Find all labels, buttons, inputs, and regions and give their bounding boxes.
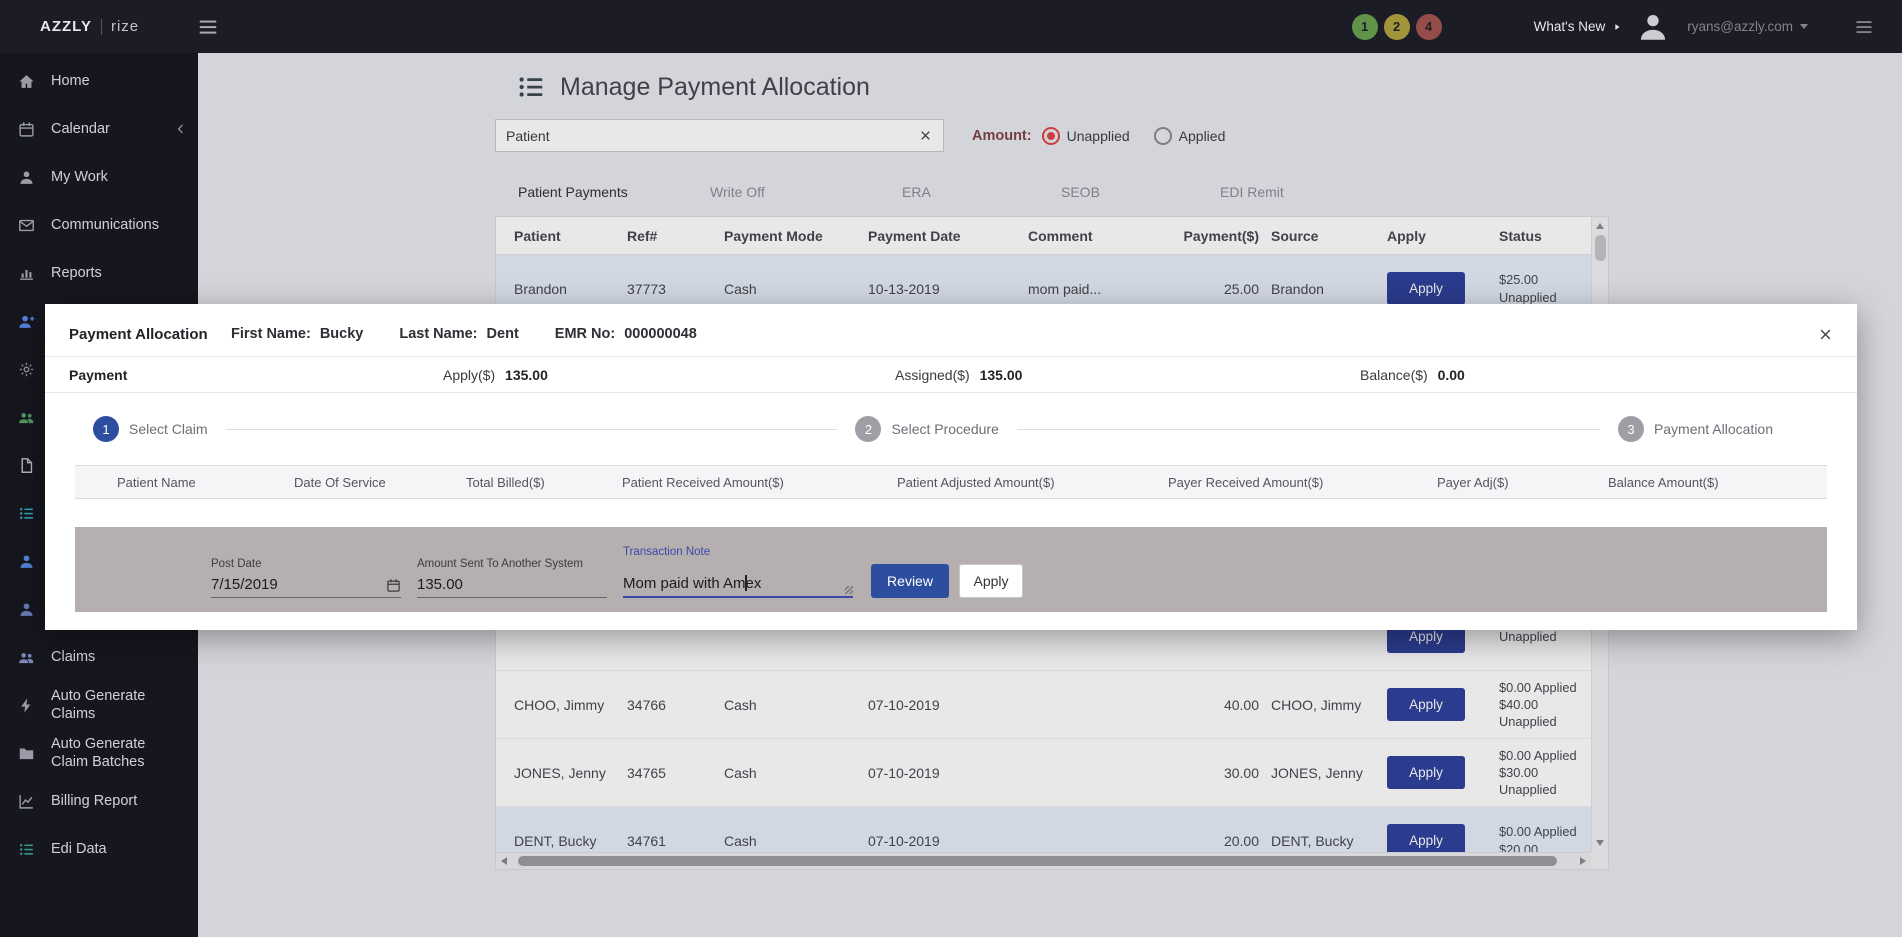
- amount-sent-field: Amount Sent To Another System 135.00: [417, 540, 607, 598]
- step-label: Select Claim: [129, 421, 208, 437]
- patient-info-value: Bucky: [320, 326, 364, 342]
- summary-item-value: 0.00: [1438, 367, 1465, 383]
- col-date-of-service: Date Of Service: [282, 475, 454, 490]
- step-connector: [226, 429, 838, 430]
- col-patient-name: Patient Name: [105, 475, 282, 490]
- patient-info-label: EMR No:: [555, 326, 615, 342]
- transaction-note-value: Mom paid with Amex: [623, 575, 761, 592]
- payment-section-label: Payment: [69, 367, 443, 383]
- patient-info-value: Dent: [487, 326, 519, 342]
- summary-item-value: 135.00: [505, 367, 548, 383]
- step-number-badge: 2: [855, 416, 881, 442]
- amount-sent-label: Amount Sent To Another System: [417, 558, 607, 570]
- summary-item: Balance($) 0.00: [1360, 367, 1465, 383]
- claims-table-header: Patient Name Date Of Service Total Bille…: [75, 465, 1827, 499]
- step-label: Select Procedure: [891, 421, 998, 437]
- claims-table-body: [45, 499, 1857, 527]
- col-balance-amount: Balance Amount($): [1596, 475, 1827, 490]
- summary-item-value: 135.00: [980, 367, 1023, 383]
- summary-item-label: Balance($): [1360, 367, 1428, 383]
- stepper-step[interactable]: 3 Payment Allocation: [1618, 416, 1809, 442]
- transaction-note-label: Transaction Note: [623, 546, 853, 558]
- post-date-label: Post Date: [211, 558, 401, 570]
- allocation-form-panel: Post Date 7/15/2019 Amount Sent To Anoth…: [75, 527, 1827, 612]
- patient-info-field: First Name: Bucky: [231, 326, 363, 342]
- transaction-note-input[interactable]: Mom paid with Amex: [623, 570, 853, 598]
- amount-sent-input[interactable]: 135.00: [417, 576, 607, 598]
- post-date-value: 7/15/2019: [211, 576, 278, 593]
- wizard-stepper: 1 Select Claim 2 Select Procedure 3 Paym…: [45, 393, 1857, 465]
- stepper-step[interactable]: 2 Select Procedure: [855, 416, 1617, 442]
- transaction-note-field: Transaction Note Mom paid with Amex: [623, 532, 853, 598]
- summary-item: Apply($) 135.00: [443, 367, 895, 383]
- summary-item: Assigned($) 135.00: [895, 367, 1360, 383]
- step-number-badge: 3: [1618, 416, 1644, 442]
- summary-item-label: Assigned($): [895, 367, 970, 383]
- modal-apply-button[interactable]: Apply: [959, 564, 1023, 598]
- col-patient-received: Patient Received Amount($): [610, 475, 885, 490]
- step-connector: [1017, 429, 1600, 430]
- col-payer-adj: Payer Adj($): [1425, 475, 1596, 490]
- patient-info-label: First Name:: [231, 326, 311, 342]
- payment-allocation-modal: Payment Allocation First Name: Bucky Las…: [45, 304, 1857, 630]
- modal-patient-info: First Name: Bucky Last Name: Dent EMR No…: [231, 326, 733, 342]
- close-icon[interactable]: [1818, 327, 1833, 342]
- resize-handle-icon[interactable]: [845, 586, 853, 594]
- modal-payment-summary: Payment Apply($) 135.00 Assigned($) 135.…: [45, 357, 1857, 393]
- step-label: Payment Allocation: [1654, 421, 1773, 437]
- text-cursor: [745, 575, 747, 591]
- calendar-icon[interactable]: [386, 578, 401, 593]
- review-button[interactable]: Review: [871, 564, 949, 598]
- col-payer-received: Payer Received Amount($): [1156, 475, 1425, 490]
- amount-sent-value: 135.00: [417, 576, 463, 593]
- stepper-step[interactable]: 1 Select Claim: [93, 416, 855, 442]
- post-date-field: Post Date 7/15/2019: [211, 540, 401, 598]
- patient-info-value: 000000048: [624, 326, 697, 342]
- post-date-input[interactable]: 7/15/2019: [211, 576, 401, 598]
- modal-title: Payment Allocation: [69, 326, 231, 343]
- patient-info-label: Last Name:: [399, 326, 477, 342]
- payment-summary-values: Apply($) 135.00 Assigned($) 135.00 Balan…: [443, 367, 1833, 383]
- modal-header: Payment Allocation First Name: Bucky Las…: [45, 304, 1857, 357]
- col-total-billed: Total Billed($): [454, 475, 610, 490]
- step-number-badge: 1: [93, 416, 119, 442]
- patient-info-field: EMR No: 000000048: [555, 326, 697, 342]
- col-patient-adjusted: Patient Adjusted Amount($): [885, 475, 1156, 490]
- summary-item-label: Apply($): [443, 367, 495, 383]
- patient-info-field: Last Name: Dent: [399, 326, 518, 342]
